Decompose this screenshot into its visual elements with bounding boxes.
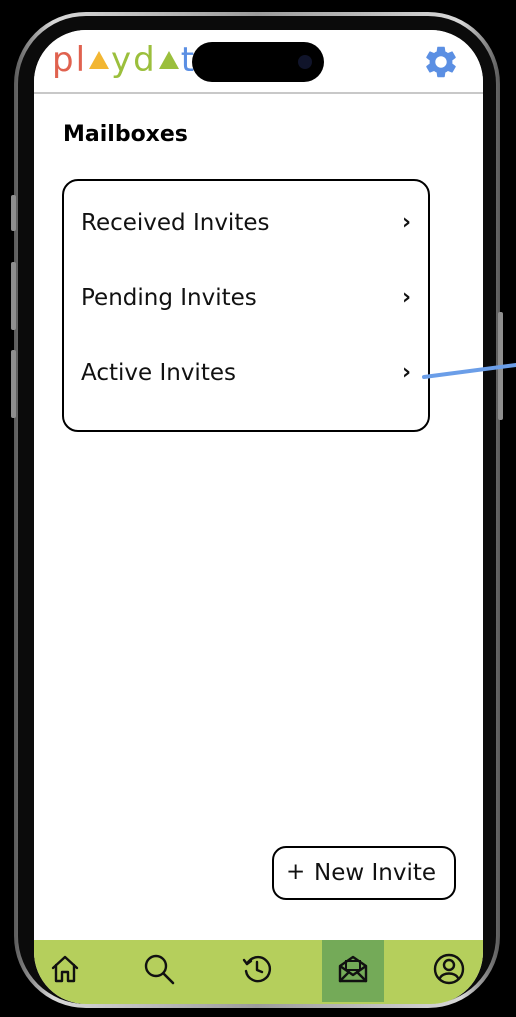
app-screen: pl yd t Mailboxes Received Invites › Pendi… — [34, 30, 483, 1004]
plus-icon: + — [286, 859, 306, 885]
mailbox-list: Received Invites › Pending Invites › Act… — [62, 179, 430, 432]
mailbox-active-invites[interactable]: Active Invites › — [64, 346, 428, 406]
mailbox-pending-invites[interactable]: Pending Invites › — [64, 271, 428, 331]
mailbox-label: Active Invites — [81, 360, 236, 386]
nav-search[interactable] — [128, 940, 190, 1002]
bottom-nav — [34, 940, 483, 1004]
profile-icon — [433, 953, 465, 985]
power-button — [498, 312, 503, 420]
logo-letter: p — [52, 40, 76, 80]
logo-triangle-icon — [89, 51, 110, 69]
logo-letter: y — [111, 40, 134, 80]
gear-icon — [426, 46, 456, 78]
chevron-right-icon: › — [402, 210, 412, 235]
history-icon — [242, 955, 271, 983]
search-icon — [144, 954, 175, 985]
nav-home[interactable] — [34, 940, 96, 1002]
nav-mailbox[interactable] — [322, 940, 384, 1002]
new-invite-button[interactable]: + New Invite — [272, 846, 456, 900]
action-button — [11, 195, 16, 231]
logo-letter: l — [75, 40, 88, 80]
nav-history[interactable] — [226, 940, 288, 1002]
logo-letter: d — [133, 40, 157, 80]
app-logo: pl yd t — [52, 43, 196, 77]
logo-triangle-icon — [158, 51, 179, 69]
chevron-right-icon: › — [402, 360, 412, 385]
app-header: pl yd t — [34, 30, 483, 94]
mailbox-label: Pending Invites — [81, 285, 257, 311]
home-icon — [51, 955, 79, 983]
volume-up-button — [11, 262, 16, 330]
mailbox-received-invites[interactable]: Received Invites › — [64, 196, 428, 256]
camera-lens — [298, 55, 312, 69]
dynamic-island — [192, 42, 324, 82]
mailbox-label: Received Invites — [81, 210, 270, 236]
volume-down-button — [11, 350, 16, 418]
nav-profile[interactable] — [418, 940, 480, 1002]
settings-button[interactable] — [422, 43, 460, 81]
new-invite-label: New Invite — [314, 860, 437, 886]
mailbox-icon — [338, 955, 368, 983]
chevron-right-icon: › — [402, 285, 412, 310]
page-title: Mailboxes — [63, 122, 188, 147]
